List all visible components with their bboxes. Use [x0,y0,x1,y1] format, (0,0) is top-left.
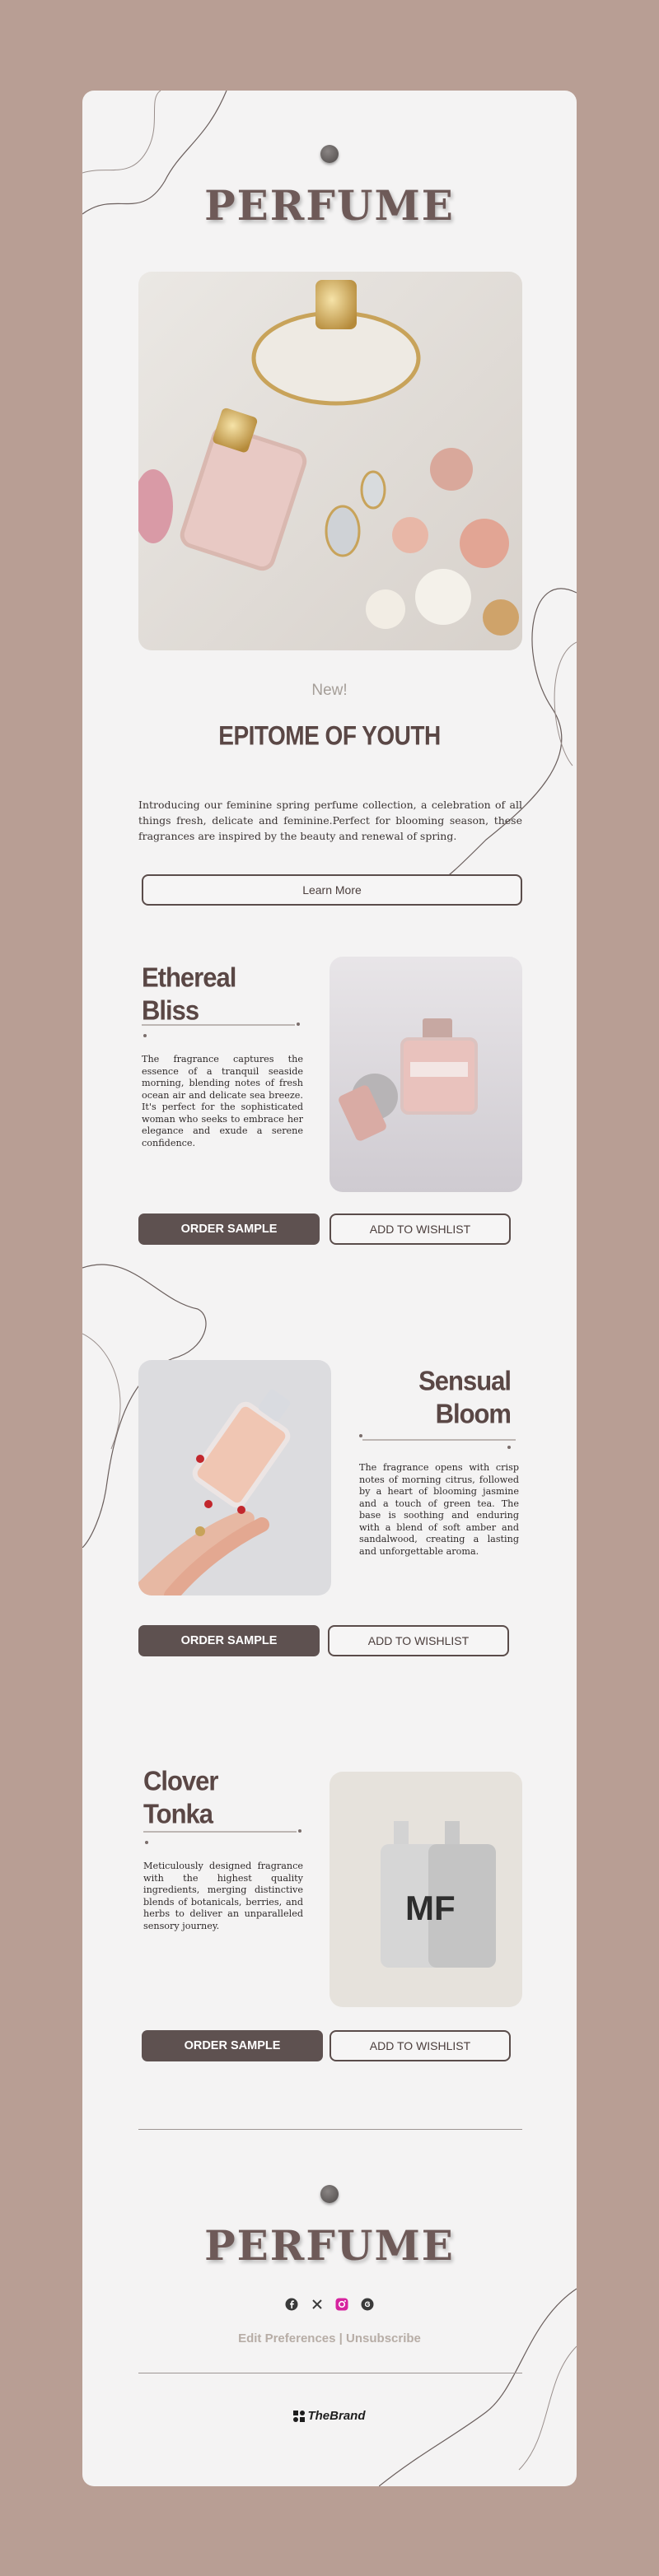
product-3-order-sample-button[interactable]: ORDER SAMPLE [142,2030,323,2061]
product-1-order-sample-button[interactable]: ORDER SAMPLE [138,1213,320,1245]
instagram-icon[interactable] [335,2298,348,2311]
hero-headline: EPITOME OF YOUTH [218,720,441,751]
brand-logo: PERFUME [204,181,455,230]
product-1-add-to-wishlist-button[interactable]: ADD TO WISHLIST [330,1213,511,1245]
x-icon[interactable] [311,2298,324,2311]
product-3-add-to-wishlist-button[interactable]: ADD TO WISHLIST [330,2030,511,2061]
product-1-image [330,957,522,1192]
brand-name: TheBrand [307,2409,366,2423]
edit-preferences-link[interactable]: Edit Preferences [238,2331,335,2345]
hero-image [138,272,522,650]
learn-more-button[interactable]: Learn More [142,874,522,906]
brand-signature: TheBrand [82,2409,577,2423]
pushpin-icon [320,2185,339,2203]
link-separator: | [339,2331,343,2345]
product-2-dot-left [359,1434,362,1437]
product-2-title-line2: Bloom [435,1398,512,1429]
product-1-title-line1: Ethereal [142,962,236,993]
product-2-order-sample-button[interactable]: ORDER SAMPLE [138,1625,320,1656]
product-3-dot-left [145,1841,148,1844]
threads-icon[interactable] [361,2298,374,2311]
brand-mark-icon [293,2411,306,2423]
footer-logo: PERFUME [204,2221,455,2270]
email-card: PERFUME New! EPITOME OF YOUTH Introducin… [82,91,577,2486]
product-2-rule [362,1439,516,1441]
product-1-dot-left [143,1034,147,1037]
product-2-image [138,1360,331,1595]
product-3-description: Meticulously designed fragrance with the… [143,1861,303,1931]
product-2-description: The fragrance opens with crisp notes of … [359,1462,519,1557]
product-2-add-to-wishlist-button[interactable]: ADD TO WISHLIST [328,1625,509,1656]
product-3-title-line2: Tonka [143,1798,213,1829]
product-2-title-line1: Sensual [418,1365,512,1396]
product-1-rule [142,1024,295,1026]
product-3-rule [143,1831,297,1833]
product-3-bottle-monogram: MF [405,1889,456,1927]
product-1-dot-right [297,1022,300,1026]
footer-divider [138,2129,522,2130]
unsubscribe-link[interactable]: Unsubscribe [346,2331,421,2345]
product-1-description: The fragrance captures the essence of a … [142,1054,303,1148]
footer-links: Edit Preferences | Unsubscribe [82,2331,577,2345]
product-1-title-line2: Bliss [142,995,199,1026]
hero-eyebrow: New! [311,682,348,699]
hero-intro: Introducing our feminine spring perfume … [138,799,522,842]
decorative-swirl-top-left [82,91,227,215]
product-3-image: MF [330,1772,522,2007]
pushpin-icon [320,145,339,163]
social-icons [82,2297,577,2312]
product-3-title-line1: Clover [143,1765,218,1796]
facebook-icon[interactable] [285,2298,298,2311]
product-2-dot-right [507,1446,511,1449]
product-3-dot-right [298,1829,301,1833]
